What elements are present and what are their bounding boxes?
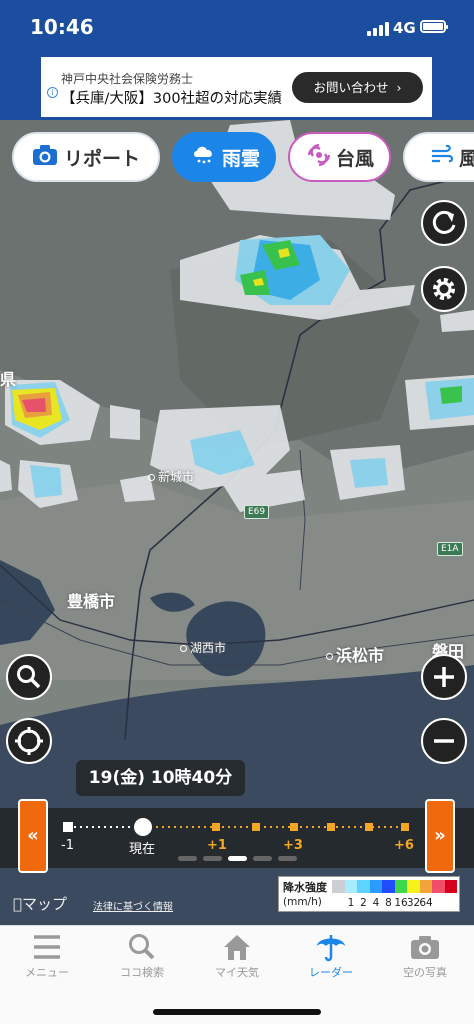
wind-icon: [431, 144, 454, 170]
legend-swatch: [332, 880, 345, 893]
legend-value: 64: [419, 897, 433, 909]
refresh-icon: [432, 210, 456, 234]
minus-icon: [434, 739, 454, 743]
tab-wind-label: 風: [459, 147, 474, 170]
ad-container: i 神戸中央社会保険労務士 【兵庫/大阪】300社超の対応実績 お問い合わせ ›: [0, 48, 474, 120]
radar-map[interactable]: 新城市 豊橋市 湖西市 浜松市 磐田市 県 E69 E1A リポート 雨雲 台風: [0, 120, 474, 925]
ad-line1: 神戸中央社会保険労務士: [61, 72, 194, 86]
ad-cta-label: お問い合わせ: [313, 80, 389, 95]
search-icon: [17, 665, 41, 689]
place-label-prefecture: 県: [0, 370, 17, 389]
time-label-plus6: +6: [394, 838, 414, 853]
page-indicator: [278, 856, 297, 861]
place-label-kosai: 湖西市: [180, 639, 226, 656]
time-slider[interactable]: « » -1 現在 +1 +3 +6: [0, 799, 474, 873]
nav-radar-label: レーダー: [309, 966, 353, 979]
road-shield-e69: E69: [244, 505, 270, 519]
network-type: 4G: [393, 19, 416, 37]
nav-sky-photo[interactable]: 空の写真: [380, 932, 470, 980]
status-bar: 10:46 4G: [0, 0, 474, 48]
legend-swatch: [394, 880, 407, 893]
nav-search[interactable]: ココ検索: [97, 932, 187, 980]
legend-swatch: [344, 880, 357, 893]
signal-icon: [367, 22, 389, 36]
current-time-label: 19(金) 10時40分: [76, 760, 245, 796]
menu-icon: [34, 935, 60, 959]
ad-banner[interactable]: i 神戸中央社会保険労務士 【兵庫/大阪】300社超の対応実績 お問い合わせ ›: [41, 57, 432, 117]
page-indicator: [178, 856, 197, 861]
typhoon-icon: [307, 143, 331, 171]
umbrella-icon: [317, 935, 345, 962]
bottom-tab-bar: メニュー ココ検索 マイ天気 レーダー 空の写真: [0, 925, 474, 1024]
tab-typhoon-label: 台風: [336, 147, 375, 170]
camera-icon: [32, 144, 58, 171]
search-icon: [129, 934, 155, 960]
nav-my-weather[interactable]: マイ天気: [192, 932, 282, 980]
nav-menu-label: メニュー: [25, 966, 69, 979]
legend-swatch: [419, 880, 432, 893]
legend-swatch: [432, 880, 445, 893]
home-icon: [224, 935, 250, 960]
ad-info-icon[interactable]: i: [47, 87, 58, 98]
camera-icon: [411, 936, 439, 959]
time-slider-thumb[interactable]: [134, 818, 152, 836]
maps-attribution: マップ: [13, 895, 67, 913]
legend-title: 降水強度: [283, 881, 327, 894]
tab-wind[interactable]: 風: [403, 132, 474, 182]
nav-radar[interactable]: レーダー: [286, 932, 376, 980]
nav-my-weather-label: マイ天気: [215, 966, 259, 979]
time-label-plus1: +1: [207, 838, 227, 853]
nav-search-label: ココ検索: [120, 966, 164, 979]
place-label-hamamatsu: 浜松市: [326, 642, 384, 666]
legal-info-link[interactable]: 法律に基づく情報: [93, 898, 173, 913]
chevron-right-icon: ›: [396, 80, 402, 95]
tab-rain-cloud[interactable]: 雨雲: [172, 132, 276, 182]
road-shield-e1a: E1A: [437, 542, 463, 556]
map-search-button[interactable]: [6, 654, 52, 700]
legend-unit: (mm/h): [283, 896, 322, 908]
rain-cloud-icon: [192, 144, 216, 171]
gear-icon: [433, 278, 455, 300]
legend-swatch: [382, 880, 395, 893]
ad-line2: 【兵庫/大阪】300社超の対応実績: [61, 91, 283, 107]
precipitation-legend: 降水強度 (mm/h) 1 2 4 8 16 32 64: [278, 876, 460, 912]
zoom-in-button[interactable]: [421, 654, 467, 700]
time-label-now: 現在: [129, 842, 156, 857]
location-crosshair-icon: [15, 727, 43, 755]
time-label-plus3: +3: [283, 838, 303, 853]
legend-swatch: [369, 880, 382, 893]
page-indicator: [203, 856, 222, 861]
zoom-out-button[interactable]: [421, 718, 467, 764]
page-indicator: [253, 856, 272, 861]
tab-typhoon[interactable]: 台風: [288, 132, 391, 182]
status-time: 10:46: [30, 15, 94, 39]
battery-icon: [420, 20, 448, 33]
home-indicator: [153, 1009, 321, 1015]
ad-contact-button[interactable]: お問い合わせ ›: [292, 72, 423, 103]
tab-report[interactable]: リポート: [12, 132, 160, 182]
legend-swatch: [357, 880, 370, 893]
plus-icon: [434, 667, 454, 687]
time-label-minus1: -1: [61, 838, 74, 853]
tab-report-label: リポート: [64, 147, 141, 170]
nav-sky-photo-label: 空の写真: [403, 966, 447, 979]
legend-swatch: [444, 880, 457, 893]
map-canvas: [0, 120, 474, 925]
page-indicator-active: [228, 856, 247, 861]
place-label-toyohashi: 豊橋市: [67, 592, 116, 611]
nav-menu[interactable]: メニュー: [2, 932, 92, 980]
settings-button[interactable]: [421, 266, 467, 312]
tab-rain-cloud-label: 雨雲: [222, 147, 261, 170]
app-root: 10:46 4G i 神戸中央社会保険労務士 【兵庫/大阪】300社超の対応実績…: [0, 0, 474, 1024]
legend-swatch: [407, 880, 420, 893]
place-label-shinshiro: 新城市: [148, 468, 194, 485]
refresh-button[interactable]: [421, 200, 467, 246]
current-location-button[interactable]: [6, 718, 52, 764]
